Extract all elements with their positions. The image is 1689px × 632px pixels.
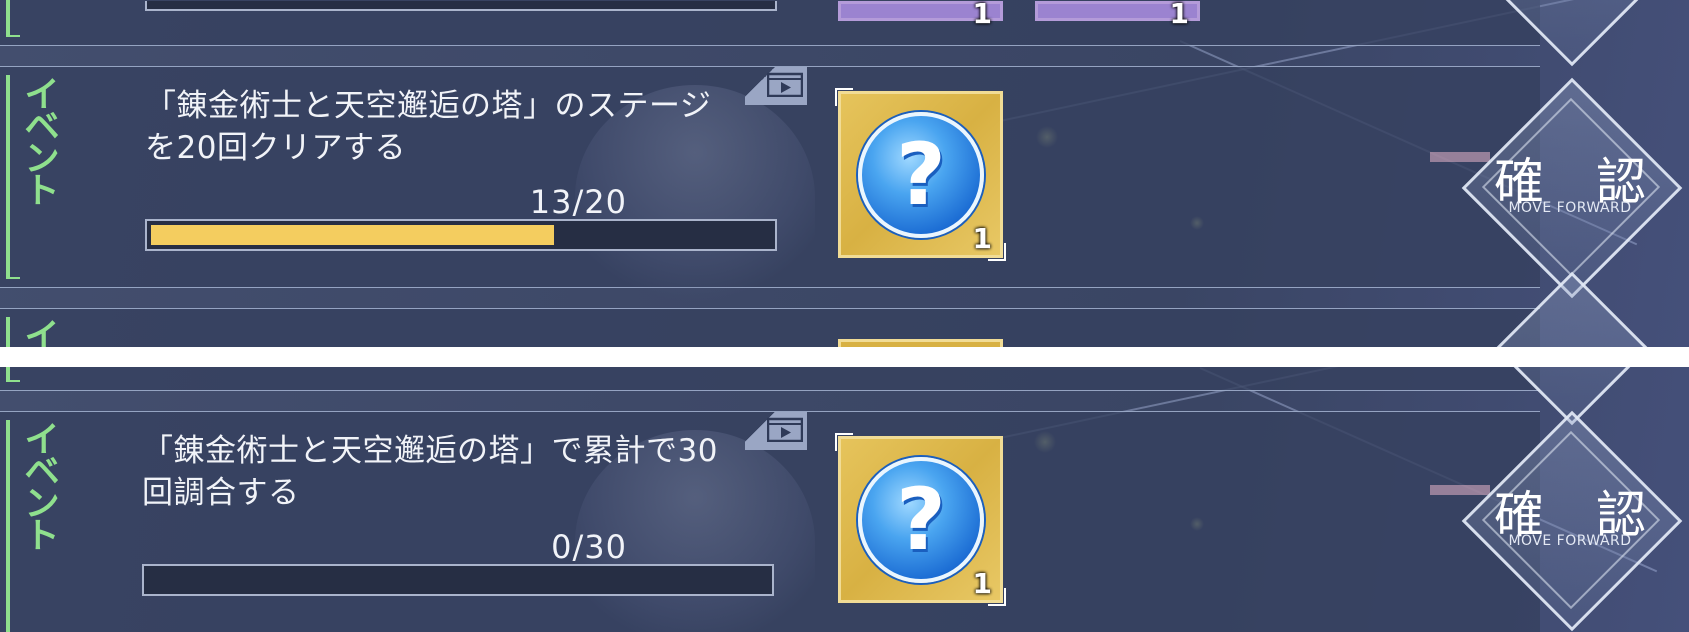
category-label: イベント xyxy=(18,75,59,203)
reward-count: 1 xyxy=(972,222,992,255)
progress-fill xyxy=(151,225,554,245)
question-mark-icon: ? xyxy=(896,470,946,570)
category-label: イベント xyxy=(18,420,59,548)
progress-count: 0/30 xyxy=(551,528,627,566)
mission-row-previous[interactable] xyxy=(0,367,1540,391)
progress-bar xyxy=(142,564,774,596)
mission-description: 「錬金術士と天空邂逅の塔」のステージ を20回クリアする xyxy=(145,85,785,169)
mystery-orb-icon: ? xyxy=(858,112,984,238)
mission-text-line: 回調合する xyxy=(142,475,300,511)
screenshot-separator xyxy=(0,347,1689,367)
reward-count: 1 xyxy=(972,567,992,600)
reward-item-icon[interactable]: ? 1 xyxy=(835,88,1006,261)
confirm-diamond-frame xyxy=(1461,0,1683,67)
reward-item-icon[interactable]: ? 1 xyxy=(835,433,1006,606)
question-mark-icon: ? xyxy=(896,125,946,225)
confirm-sublabel: MOVE FORWARD xyxy=(1508,533,1632,549)
mission-list-panel-top: 1 1 イベント 「錬金術士と天空邂逅の塔」のステージ を20回クリアする 13… xyxy=(0,0,1689,347)
confirm-button[interactable]: 確 認 MOVE FORWARD xyxy=(1430,405,1689,632)
mission-text-line: 「錬金術士と天空邂逅の塔」で累計で30 xyxy=(142,433,718,469)
mission-row-previous[interactable]: 1 1 xyxy=(0,0,1540,46)
confirm-button[interactable] xyxy=(1430,271,1689,347)
mission-row[interactable]: イベント 「錬金術士と天空邂逅の塔」で累計で30 回調合する 0/30 ? 1 xyxy=(0,411,1540,632)
confirm-sublabel: MOVE FORWARD xyxy=(1508,200,1632,216)
mission-row-next[interactable]: イ xyxy=(0,308,1540,347)
reward-count: 1 xyxy=(972,0,992,30)
progress-bar xyxy=(145,219,777,251)
category-label: イ xyxy=(18,317,59,347)
row-bracket xyxy=(6,367,22,382)
confirm-button[interactable]: 確 認 MOVE FORWARD xyxy=(1430,72,1689,302)
mission-text-line: を20回クリアする xyxy=(145,130,406,166)
progress-count: 13/20 xyxy=(529,183,627,221)
mystery-orb-icon: ? xyxy=(858,457,984,583)
mission-list-panel-bottom: イベント 「錬金術士と天空邂逅の塔」で累計で30 回調合する 0/30 ? 1 xyxy=(0,367,1689,632)
mission-row[interactable]: イベント 「錬金術士と天空邂逅の塔」のステージ を20回クリアする 13/20 … xyxy=(0,66,1540,310)
progress-track xyxy=(145,1,777,11)
reward-item-icon[interactable]: 1 xyxy=(838,0,1003,30)
mission-description: 「錬金術士と天空邂逅の塔」で累計で30 回調合する xyxy=(142,430,782,514)
mission-text-line: 「錬金術士と天空邂逅の塔」のステージ xyxy=(145,88,712,124)
reward-item-icon[interactable]: 1 xyxy=(1035,0,1200,30)
row-bracket xyxy=(6,0,22,37)
reward-count: 1 xyxy=(1169,0,1189,30)
reward-item-icon[interactable] xyxy=(838,339,1003,347)
